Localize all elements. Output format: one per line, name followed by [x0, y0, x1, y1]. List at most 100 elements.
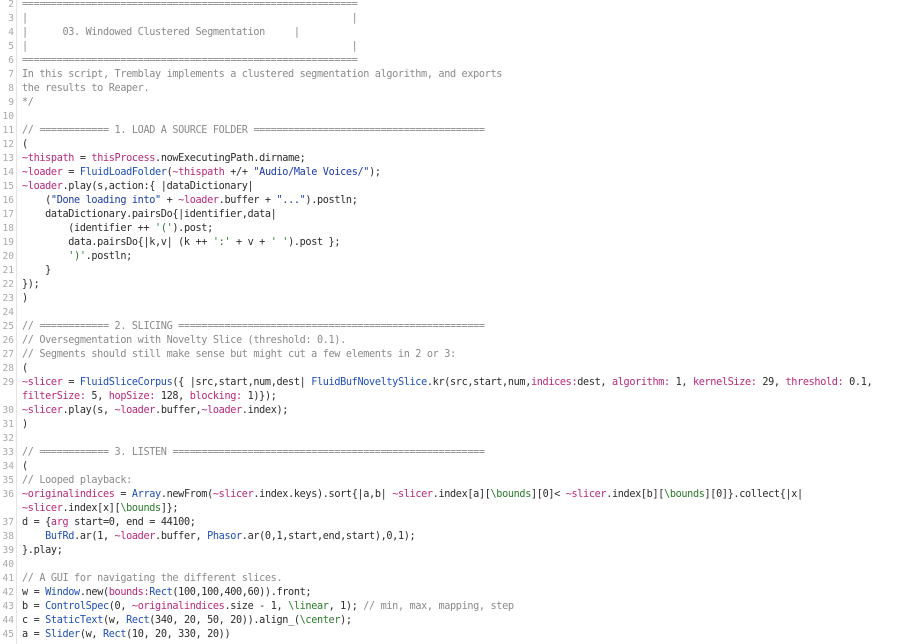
line-number: 31	[2, 419, 14, 430]
code-line[interactable]: 41 // A GUI for navigating the different …	[0, 572, 908, 586]
code-line[interactable]: 28 (	[0, 362, 908, 376]
code-text[interactable]: // Segments should still make sense but …	[22, 348, 456, 362]
code-text[interactable]: (	[22, 138, 28, 152]
code-line[interactable]: 9 */	[0, 96, 908, 110]
token-plain: .play(s,action:{ |dataDictionary|	[62, 181, 254, 192]
code-line[interactable]: 5 | |	[0, 40, 908, 54]
code-text[interactable]: });	[22, 278, 40, 292]
code-line[interactable]: 14 ~loader = FluidLoadFolder(~thispath +/…	[0, 166, 908, 180]
code-text[interactable]: ~slicer.index[x][\bounds]};	[22, 502, 179, 516]
code-line[interactable]: 19 data.pairsDo{|k,v| (k ++ ':' + v + ' …	[0, 236, 908, 250]
code-line[interactable]: 13 ~thispath = thisProcess.nowExecutingPa…	[0, 152, 908, 166]
token-plain: .nowExecutingPath.dirname;	[155, 153, 306, 164]
code-line[interactable]: 26 // Oversegmentation with Novelty Slice…	[0, 334, 908, 348]
code-line[interactable]: 6 =======================================…	[0, 54, 908, 68]
code-text[interactable]: ~loader = FluidLoadFolder(~thispath +/+ …	[22, 166, 381, 180]
code-text[interactable]: // A GUI for navigating the different sl…	[22, 572, 283, 586]
code-editor[interactable]: 2 =======================================…	[0, 0, 908, 644]
code-line[interactable]: 42 w = Window.new(bounds:Rect(100,100,400…	[0, 586, 908, 600]
code-line[interactable]: 20 ')'.postln;	[0, 250, 908, 264]
code-text[interactable]: ("Done loading into" + ~loader.buffer + …	[22, 194, 358, 208]
code-line[interactable]: 40	[0, 558, 908, 572]
code-line[interactable]: 36 ~originalindices = Array.newFrom(~slic…	[0, 488, 908, 502]
code-text[interactable]: */	[22, 96, 34, 110]
token-env: indices:	[530, 377, 578, 388]
code-line[interactable]: 23)	[0, 292, 908, 306]
code-text[interactable]: a = Slider(w, Rect(10, 20, 330, 20))	[22, 628, 231, 642]
code-line[interactable]: 27 // Segments should still make sense bu…	[0, 348, 908, 362]
code-text[interactable]: d = {arg start=0, end = 44100;	[22, 516, 196, 530]
code-line[interactable]: 45 a = Slider(w, Rect(10, 20, 330, 20))	[0, 628, 908, 642]
code-line[interactable]: 12 (	[0, 138, 908, 152]
code-text[interactable]: (identifier ++ '(').post;	[22, 222, 213, 236]
code-text[interactable]: // Oversegmentation with Novelty Slice (…	[22, 334, 346, 348]
code-line[interactable]: 30 ~slicer.play(s, ~loader.buffer,~loader…	[0, 404, 908, 418]
token-env: ~slicer	[212, 489, 254, 500]
code-line[interactable]: 22});	[0, 278, 908, 292]
code-text[interactable]: | |	[22, 40, 358, 54]
code-text[interactable]: ~loader.play(s,action:{ |dataDictionary|	[22, 180, 254, 194]
code-text[interactable]: // ============ 3. LISTEN ==============…	[22, 446, 485, 460]
code-text[interactable]: (	[22, 460, 28, 474]
code-text[interactable]: // ============ 2. SLICING =============…	[22, 320, 485, 334]
code-line[interactable]: 17 dataDictionary.pairsDo{|identifier,da…	[0, 208, 908, 222]
code-text[interactable]: ========================================…	[22, 54, 358, 68]
code-line[interactable]: 38 BufRd.ar(1, ~loader.buffer, Phasor.ar…	[0, 530, 908, 544]
code-line[interactable]: 21 }	[0, 264, 908, 278]
code-line[interactable]: 7 In this script, Tremblay implements a c…	[0, 68, 908, 82]
code-line[interactable]: 18 (identifier ++ '(').post;	[0, 222, 908, 236]
code-text[interactable]: dataDictionary.pairsDo{|identifier,data|	[22, 208, 277, 222]
code-line[interactable]: ~slicer.index[x][\bounds]};	[0, 502, 908, 516]
code-line[interactable]: 32	[0, 432, 908, 446]
code-line[interactable]: 10	[0, 110, 908, 124]
code-text[interactable]: In this script, Tremblay implements a cl…	[22, 68, 502, 82]
code-text[interactable]: ~slicer = FluidSliceCorpus({ |src,start,…	[22, 376, 873, 390]
code-line[interactable]: 34 (	[0, 460, 908, 474]
code-line[interactable]: 3 | |	[0, 12, 908, 26]
code-line[interactable]: 39}.play;	[0, 544, 908, 558]
code-text[interactable]: filterSize: 5, hopSize: 128, blocking: 1…	[22, 390, 277, 404]
line-number: 24	[2, 307, 14, 318]
code-text[interactable]: w = Window.new(bounds:Rect(100,100,400,6…	[22, 586, 312, 600]
code-line[interactable]: 25 // ============ 2. SLICING ===========…	[0, 320, 908, 334]
code-text[interactable]: ~originalindices = Array.newFrom(~slicer…	[22, 488, 803, 502]
code-line[interactable]: 29 ~slicer = FluidSliceCorpus({ |src,star…	[0, 376, 908, 390]
token-env: ~loader	[178, 195, 219, 206]
token-plain: .buffer,	[155, 531, 208, 542]
code-text[interactable]: (	[22, 362, 28, 376]
code-text[interactable]: }	[22, 264, 51, 278]
code-line[interactable]: 33 // ============ 3. LISTEN ============…	[0, 446, 908, 460]
code-text[interactable]: ========================================…	[22, 0, 358, 12]
code-text[interactable]: // Looped playback:	[22, 474, 132, 488]
token-symbol: \bounds	[120, 503, 161, 514]
code-line[interactable]: 2 =======================================…	[0, 0, 908, 12]
code-text[interactable]: data.pairsDo{|k,v| (k ++ ':' + v + ' ').…	[22, 236, 340, 250]
code-text[interactable]: | 03. Windowed Clustered Segmentation |	[22, 26, 300, 40]
code-text[interactable]: )	[22, 418, 28, 432]
code-text[interactable]: b = ControlSpec(0, ~originalindices.size…	[22, 600, 514, 614]
token-comment: // Looped playback:	[22, 475, 132, 486]
code-text[interactable]: the results to Reaper.	[22, 82, 150, 96]
code-line[interactable]: 4 | 03. Windowed Clustered Segmentation |	[0, 26, 908, 40]
code-line[interactable]: 37 d = {arg start=0, end = 44100;	[0, 516, 908, 530]
code-line[interactable]: 16 ("Done loading into" + ~loader.buffer…	[0, 194, 908, 208]
code-line[interactable]: 44 c = StaticText(w, Rect(340, 20, 50, 20…	[0, 614, 908, 628]
code-line[interactable]: 24	[0, 306, 908, 320]
code-line[interactable]: 11 // ============ 1. LOAD A SOURCE FOLDE…	[0, 124, 908, 138]
code-text[interactable]: ~thispath = thisProcess.nowExecutingPath…	[22, 152, 306, 166]
code-text[interactable]: BufRd.ar(1, ~loader.buffer, Phasor.ar(0,…	[22, 530, 416, 544]
code-text[interactable]: // ============ 1. LOAD A SOURCE FOLDER …	[22, 124, 485, 138]
code-text[interactable]: }.play;	[22, 544, 63, 558]
code-line[interactable]: 8 the results to Reaper.	[0, 82, 908, 96]
code-line[interactable]: 31)	[0, 418, 908, 432]
code-lines[interactable]: 2 =======================================…	[0, 0, 908, 642]
code-line[interactable]: 43 b = ControlSpec(0, ~originalindices.si…	[0, 600, 908, 614]
code-text[interactable]: c = StaticText(w, Rect(340, 20, 50, 20))…	[22, 614, 352, 628]
code-text[interactable]: )	[22, 292, 28, 306]
code-text[interactable]: | |	[22, 12, 358, 26]
code-line[interactable]: 35 // Looped playback:	[0, 474, 908, 488]
code-line[interactable]: 15 ~loader.play(s,action:{ |dataDictionar…	[0, 180, 908, 194]
code-line[interactable]: filterSize: 5, hopSize: 128, blocking: 1…	[0, 390, 908, 404]
code-text[interactable]: ')'.postln;	[22, 250, 132, 264]
code-text[interactable]: ~slicer.play(s, ~loader.buffer,~loader.i…	[22, 404, 288, 418]
